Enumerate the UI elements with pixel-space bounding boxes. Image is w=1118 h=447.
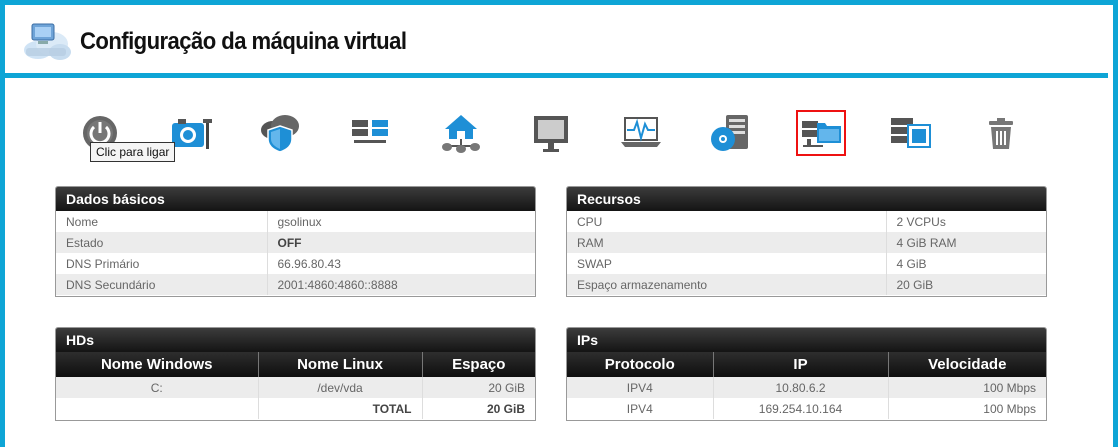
row-label: SWAP bbox=[567, 253, 887, 274]
trash-icon bbox=[989, 118, 1013, 149]
speed-cell: 100 Mbps bbox=[888, 377, 1046, 398]
status-value: OFF bbox=[267, 232, 535, 253]
column-header: Protocolo bbox=[567, 352, 714, 377]
basic-data-title: Dados básicos bbox=[56, 187, 535, 211]
row-value: 66.96.80.43 bbox=[277, 256, 341, 271]
hds-panel: HDs Nome Windows Nome Linux Espaço C: /d… bbox=[55, 327, 536, 421]
table-row: CPU 2 VCPUs bbox=[567, 211, 1046, 232]
network-home-icon bbox=[442, 115, 480, 153]
row-value: 4 GiB bbox=[896, 256, 927, 271]
ip-cell: 10.80.6.2 bbox=[713, 377, 889, 398]
table-row: Espaço armazenamento 20 GiB bbox=[567, 274, 1046, 295]
server-folder-icon bbox=[802, 121, 841, 147]
table-row: IPV4 169.254.10.164 100 Mbps bbox=[567, 398, 1046, 419]
resources-panel: Recursos CPU 2 VCPUs RAM 4 GiB RAM SWAP 4 G… bbox=[566, 186, 1047, 297]
resources-title: Recursos bbox=[567, 187, 1046, 211]
row-value: 20 GiB bbox=[886, 274, 1046, 295]
row-value: 2 VCPUs bbox=[896, 214, 946, 229]
total-label: TOTAL bbox=[258, 398, 423, 419]
row-label: CPU bbox=[567, 211, 887, 232]
server-window-button[interactable] bbox=[886, 110, 936, 156]
ip-cell: 169.254.10.164 bbox=[713, 398, 889, 419]
table-row: DNS Primário 66.96.80.43 bbox=[56, 253, 535, 274]
protocol-cell: IPV4 bbox=[567, 398, 714, 419]
monitor-icon bbox=[534, 116, 568, 152]
row-value: gsolinux bbox=[277, 214, 322, 229]
column-header: IP bbox=[713, 352, 889, 377]
row-value: 2001:4860:4860::8888 bbox=[267, 274, 535, 295]
disk-server-icon bbox=[711, 115, 748, 151]
table-row: C: /dev/vda 20 GiB bbox=[56, 377, 535, 398]
activity-monitor-icon bbox=[621, 117, 661, 147]
monitoring-button[interactable] bbox=[616, 110, 666, 156]
cloud-shield-icon bbox=[261, 115, 299, 153]
ips-table: Protocolo IP Velocidade IPV4 10.80.6.2 1… bbox=[567, 352, 1046, 419]
table-row: DNS Secundário 2001:4860:4860::8888 bbox=[56, 274, 535, 295]
cloud-shield-button[interactable] bbox=[255, 110, 305, 156]
cloud-computer-icon bbox=[24, 23, 71, 60]
network-button[interactable] bbox=[436, 110, 486, 156]
column-header: Nome Linux bbox=[258, 352, 423, 377]
hds-table: Nome Windows Nome Linux Espaço C: /dev/v… bbox=[56, 352, 535, 419]
windows-name-cell: C: bbox=[56, 377, 259, 398]
linux-name-cell: /dev/vda bbox=[258, 377, 423, 398]
resources-table: CPU 2 VCPUs RAM 4 GiB RAM SWAP 4 GiB Espaço… bbox=[567, 211, 1046, 295]
row-label: Estado bbox=[56, 232, 268, 253]
ips-panel: IPs Protocolo IP Velocidade IPV4 10.80.6… bbox=[566, 327, 1047, 421]
server-window-icon bbox=[891, 118, 931, 148]
column-header: Espaço bbox=[422, 352, 535, 377]
empty-cell bbox=[56, 398, 259, 419]
console-button[interactable] bbox=[526, 110, 576, 156]
row-label: DNS Secundário bbox=[56, 274, 268, 295]
table-row: SWAP 4 GiB bbox=[567, 253, 1046, 274]
total-value: 20 GiB bbox=[486, 401, 525, 416]
space-cell: 20 GiB bbox=[422, 377, 535, 398]
column-header: Nome Windows bbox=[56, 352, 259, 377]
table-row: Nome gsolinux bbox=[56, 211, 535, 232]
row-label: Nome bbox=[56, 211, 268, 232]
table-total-row: TOTAL 20 GiB bbox=[56, 398, 535, 419]
basic-data-table: Nome gsolinux Estado OFF DNS Primário 66.96… bbox=[56, 211, 535, 295]
basic-data-panel: Dados básicos Nome gsolinux Estado OFF DNS… bbox=[55, 186, 536, 297]
table-row: IPV4 10.80.6.2 100 Mbps bbox=[567, 377, 1046, 398]
table-header-row: Nome Windows Nome Linux Espaço bbox=[56, 352, 535, 377]
column-header: Velocidade bbox=[888, 352, 1046, 377]
servers-button[interactable] bbox=[345, 110, 395, 156]
tooltip: Clic para ligar bbox=[90, 142, 176, 162]
table-header-row: Protocolo IP Velocidade bbox=[567, 352, 1046, 377]
hds-title: HDs bbox=[56, 328, 535, 352]
page-title: Configuração da máquina virtual bbox=[80, 28, 407, 55]
speed-cell: 100 Mbps bbox=[983, 401, 1036, 416]
table-row: Estado OFF bbox=[56, 232, 535, 253]
delete-button[interactable] bbox=[976, 110, 1026, 156]
server-folder-button[interactable] bbox=[796, 110, 846, 156]
protocol-cell: IPV4 bbox=[567, 377, 714, 398]
table-row: RAM 4 GiB RAM bbox=[567, 232, 1046, 253]
servers-icon bbox=[352, 120, 388, 143]
row-value: 4 GiB RAM bbox=[886, 232, 1046, 253]
header: Configuração da máquina virtual bbox=[0, 0, 1108, 78]
disk-server-button[interactable] bbox=[706, 110, 756, 156]
row-label: DNS Primário bbox=[56, 253, 268, 274]
ips-title: IPs bbox=[567, 328, 1046, 352]
row-label: Espaço armazenamento bbox=[567, 274, 887, 295]
row-label: RAM bbox=[567, 232, 887, 253]
